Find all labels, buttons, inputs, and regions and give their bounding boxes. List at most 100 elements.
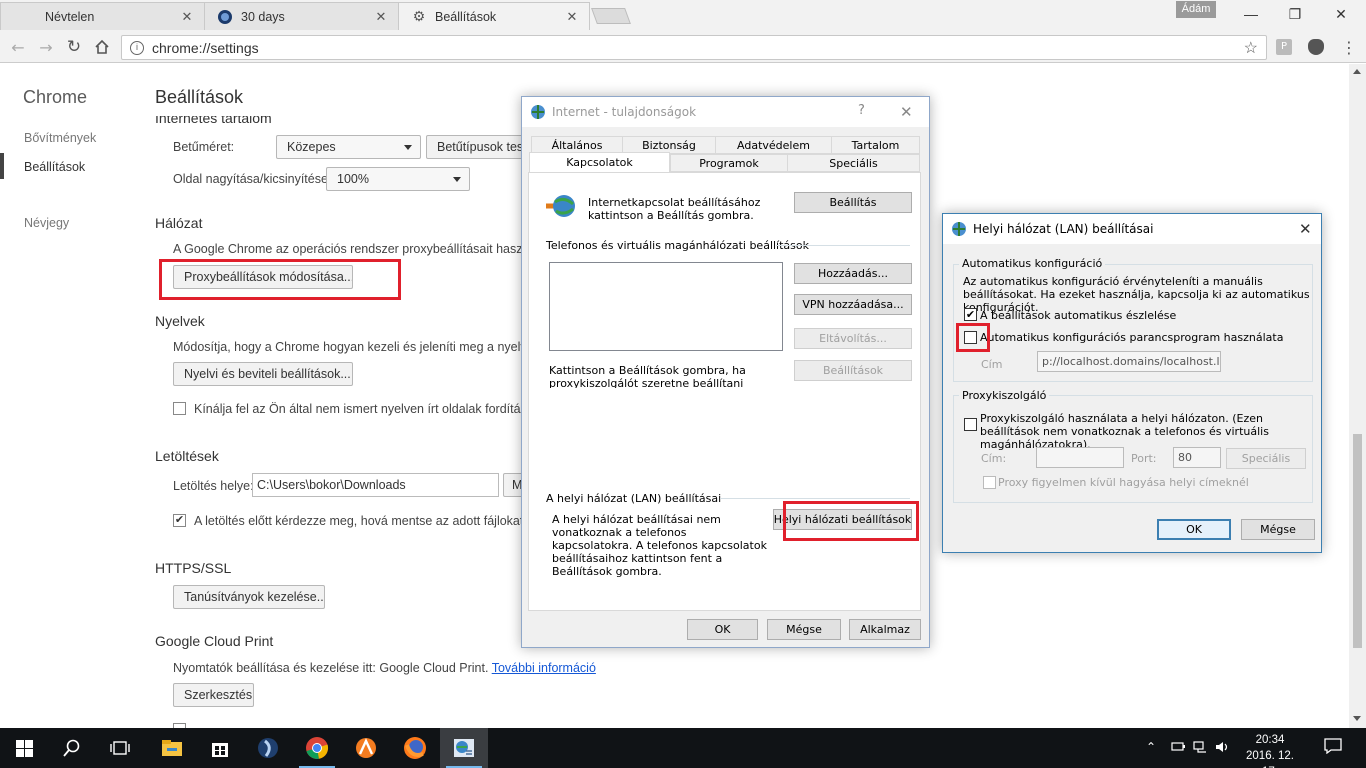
proxy-group-heading: Proxykiszolgáló: [959, 389, 1050, 402]
divider: [776, 245, 910, 246]
tab-privacy[interactable]: Adatvédelem: [715, 136, 832, 154]
help-icon[interactable]: ?: [858, 103, 865, 118]
translate-checkbox[interactable]: [173, 402, 186, 415]
shield-extension-icon[interactable]: [1308, 39, 1324, 55]
remove-connection-button[interactable]: Eltávolítás...: [794, 328, 912, 349]
restore-icon[interactable]: ❐: [1272, 0, 1318, 28]
dialog-title: Helyi hálózat (LAN) beállításai: [973, 222, 1154, 236]
highlight-box: [783, 501, 919, 541]
minimize-icon[interactable]: —: [1228, 0, 1274, 28]
scroll-down-icon[interactable]: [1353, 716, 1361, 721]
tab-nevtelen[interactable]: Névtelen ✕: [0, 2, 205, 30]
info-icon[interactable]: i: [130, 40, 144, 55]
close-icon[interactable]: ✕: [1299, 220, 1312, 238]
close-icon[interactable]: ✕: [900, 103, 913, 121]
back-icon[interactable]: ←: [7, 36, 29, 58]
store-icon[interactable]: [196, 728, 244, 768]
start-button[interactable]: [0, 728, 48, 768]
auto-detect-checkbox[interactable]: ✔: [964, 308, 977, 321]
clock-time: 20:34: [1255, 734, 1285, 746]
battery-icon[interactable]: [1171, 740, 1185, 755]
tab-programs[interactable]: Programok: [670, 154, 788, 172]
close-icon[interactable]: ✕: [374, 9, 388, 25]
font-size-select[interactable]: Közepes: [276, 135, 421, 159]
use-proxy-checkbox[interactable]: [964, 418, 977, 431]
auto-detect-label: A beállítások automatikus észlelése: [980, 309, 1177, 322]
tab-content[interactable]: Tartalom: [831, 136, 920, 154]
close-icon[interactable]: ✕: [180, 9, 194, 25]
tab-title: Beállítások: [435, 9, 497, 24]
connection-settings-button[interactable]: Beállítások: [794, 360, 912, 381]
scroll-up-icon[interactable]: [1353, 69, 1361, 74]
home-icon[interactable]: [91, 36, 113, 58]
customize-fonts-button[interactable]: Betűtípusok testreszabása...: [426, 135, 526, 159]
lan-settings-dialog: Helyi hálózat (LAN) beállításai ✕ Automa…: [942, 213, 1322, 553]
app-title: Chrome: [23, 87, 88, 107]
ask-download-checkbox[interactable]: ✔: [173, 514, 186, 527]
zoom-select[interactable]: 100%: [326, 167, 470, 191]
menu-icon[interactable]: ⋮: [1338, 36, 1360, 58]
close-window-icon[interactable]: ✕: [1318, 0, 1364, 28]
tab-beallitasok[interactable]: ⚙ Beállítások ✕: [398, 2, 590, 30]
download-location-field[interactable]: C:\Users\bokor\Downloads: [252, 473, 499, 497]
tab-title: Névtelen: [45, 9, 95, 24]
cancel-button[interactable]: Mégse: [1241, 519, 1315, 540]
dialup-heading: Telefonos és virtuális magánhálózati beá…: [546, 239, 809, 252]
learn-more-link[interactable]: További információ: [492, 661, 596, 675]
cloud-print-edit-button[interactable]: Szerkesztés: [173, 683, 254, 707]
task-view-icon[interactable]: [96, 728, 144, 768]
page-scrollbar[interactable]: [1349, 64, 1366, 728]
script-address-field[interactable]: p://localhost.domains/localhost.local: [1037, 351, 1221, 372]
tab-title: 30 days: [241, 9, 285, 24]
sidebar-item-about[interactable]: Névjegy: [24, 216, 69, 230]
chevron-up-icon[interactable]: ⌃: [1146, 740, 1156, 754]
reload-icon[interactable]: ↻: [63, 36, 85, 58]
taskbar-clock[interactable]: 20:34 2016. 12. 17.: [1240, 732, 1300, 768]
extension-p-icon[interactable]: P: [1276, 39, 1292, 55]
close-icon[interactable]: ✕: [565, 9, 579, 25]
apply-button[interactable]: Alkalmaz: [849, 619, 921, 640]
tab-30-days[interactable]: 30 days ✕: [204, 2, 399, 30]
ok-button[interactable]: OK: [1157, 519, 1231, 540]
lan-text: A helyi hálózat beállításai nem vonatkoz…: [552, 513, 767, 578]
ok-button[interactable]: OK: [687, 619, 758, 640]
port-field[interactable]: 80: [1173, 447, 1221, 468]
firefox-icon[interactable]: [391, 728, 439, 768]
internet-options-taskbar-icon[interactable]: [440, 728, 488, 768]
bypass-local-checkbox[interactable]: [983, 476, 996, 489]
tab-advanced[interactable]: Speciális: [787, 154, 920, 172]
font-size-value: Közepes: [287, 140, 336, 154]
manage-certificates-button[interactable]: Tanúsítványok kezelése...: [173, 585, 325, 609]
action-center-icon[interactable]: [1324, 738, 1342, 757]
proxy-address-field[interactable]: [1036, 447, 1124, 468]
port-label: Port:: [1131, 452, 1157, 465]
address-bar[interactable]: i chrome://settings ☆: [121, 35, 1267, 60]
language-settings-button[interactable]: Nyelvi és beviteli beállítások...: [173, 362, 353, 386]
file-explorer-icon[interactable]: [148, 728, 196, 768]
volume-icon[interactable]: [1215, 740, 1229, 757]
use-proxy-label: Proxykiszolgáló használata a helyi hálóz…: [980, 412, 1269, 451]
add-vpn-button[interactable]: VPN hozzáadása...: [794, 294, 912, 315]
app-feather-icon[interactable]: [244, 728, 292, 768]
search-icon[interactable]: [48, 728, 96, 768]
sidebar-item-extensions[interactable]: Bővítmények: [24, 131, 96, 145]
sidebar-item-settings[interactable]: Beállítások: [24, 160, 85, 174]
network-icon[interactable]: [1193, 740, 1207, 757]
new-tab-button[interactable]: [591, 8, 631, 24]
scrollbar-thumb[interactable]: [1353, 434, 1362, 648]
add-connection-button[interactable]: Hozzáadás...: [794, 263, 912, 284]
languages-description: Módosítja, hogy a Chrome hogyan kezeli é…: [173, 340, 523, 354]
bookmark-star-icon[interactable]: ☆: [1244, 38, 1258, 58]
tab-connections[interactable]: Kapcsolatok: [529, 152, 670, 172]
cancel-button[interactable]: Mégse: [767, 619, 841, 640]
section-heading-cloud-print: Google Cloud Print: [155, 633, 274, 649]
connections-list[interactable]: [549, 262, 783, 351]
advanced-proxy-button[interactable]: Speciális: [1226, 448, 1306, 469]
avast-icon[interactable]: [342, 728, 390, 768]
tab-strip: Névtelen ✕ 30 days ✕ ⚙ Beállítások ✕ Ádá…: [0, 0, 1366, 32]
chrome-taskbar-icon[interactable]: [293, 728, 341, 768]
forward-icon[interactable]: →: [35, 36, 57, 58]
internet-properties-dialog: Internet - tulajdonságok ? ✕ Általános B…: [521, 96, 930, 648]
profile-button[interactable]: Ádám: [1176, 1, 1216, 18]
setup-button[interactable]: Beállítás: [794, 192, 912, 213]
